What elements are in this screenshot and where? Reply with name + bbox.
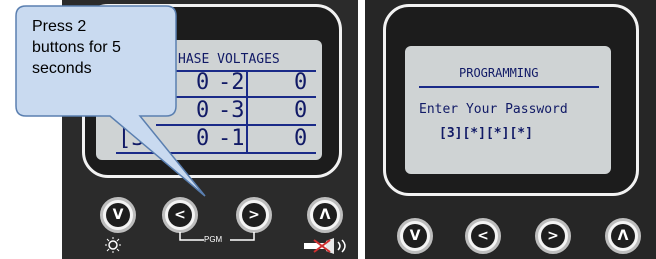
- left-lcd-row2-phase: -3: [218, 98, 245, 123]
- down-button-right[interactable]: V: [397, 218, 433, 254]
- left-lcd-row1-reading: 0: [294, 70, 308, 95]
- left-lcd-row1-phase: -2: [218, 70, 245, 95]
- pgm-label: PGM: [204, 235, 223, 244]
- right-arrow-icon: >: [541, 224, 565, 248]
- callout-line-2: buttons for 5: [32, 39, 121, 56]
- down-button[interactable]: V: [100, 197, 136, 233]
- left-lcd-row1-value: 0: [196, 70, 210, 95]
- lamp-test-icon: [105, 237, 121, 253]
- down-arrow-icon: V: [403, 224, 427, 248]
- left-lcd-col-divider: [246, 70, 248, 154]
- right-arrow-icon: >: [242, 203, 266, 227]
- left-lcd-row2-reading: 0: [294, 98, 308, 123]
- alarm-mute-icon: [304, 238, 346, 254]
- callout-line-3: seconds: [32, 60, 92, 77]
- down-arrow-icon: V: [106, 203, 130, 227]
- left-lcd-row3-phase: -1: [218, 126, 245, 151]
- right-button[interactable]: >: [236, 197, 272, 233]
- left-lcd-row3-value: 0: [196, 126, 210, 151]
- left-lcd-row3-divider: [116, 152, 316, 154]
- up-button-right[interactable]: Λ: [605, 218, 641, 254]
- left-arrow-icon: <: [471, 224, 495, 248]
- callout-line-1: Press 2: [32, 18, 87, 35]
- password-prompt: Enter Your Password: [419, 102, 568, 117]
- right-lcd-title: PROGRAMMING: [459, 66, 539, 80]
- up-arrow-icon: Λ: [611, 224, 635, 248]
- right-lcd-screen: PROGRAMMING Enter Your Password [3][*][*…: [405, 46, 611, 174]
- left-button-right[interactable]: <: [465, 218, 501, 254]
- right-lcd-title-divider: [419, 86, 599, 88]
- left-arrow-icon: <: [168, 203, 192, 227]
- up-button[interactable]: Λ: [307, 197, 343, 233]
- left-lcd-row2-value: 0: [196, 98, 210, 123]
- left-lcd-title: HASE VOLTAGES: [178, 52, 280, 67]
- up-arrow-icon: Λ: [313, 203, 337, 227]
- left-lcd-row3-reading: 0: [294, 126, 308, 151]
- password-field[interactable]: [3][*][*][*]: [439, 126, 533, 141]
- left-lcd-row3-prefix: [3: [118, 126, 145, 151]
- callout-text: Press 2 buttons for 5 seconds: [32, 16, 172, 79]
- right-button-right[interactable]: >: [535, 218, 571, 254]
- right-controller-panel: PROGRAMMING Enter Your Password [3][*][*…: [365, 0, 656, 259]
- left-button[interactable]: <: [162, 197, 198, 233]
